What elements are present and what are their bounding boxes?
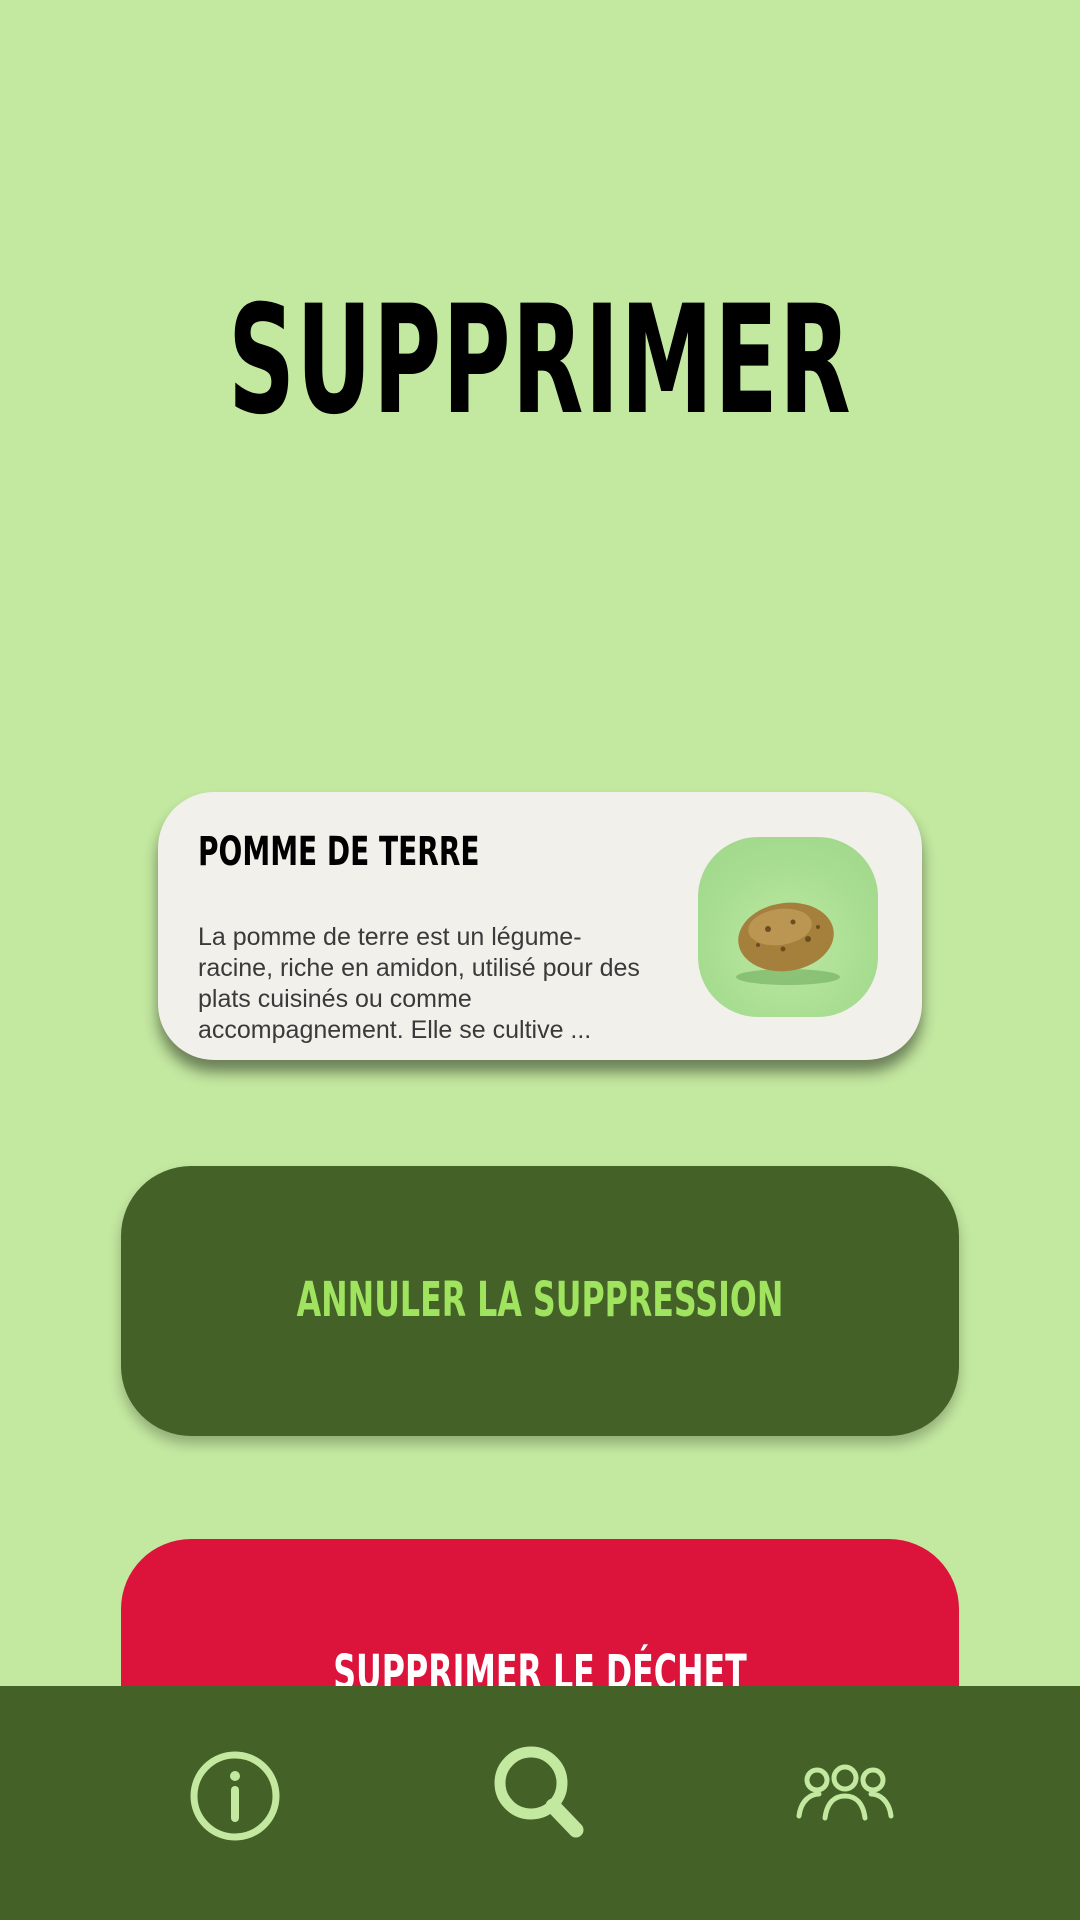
community-icon xyxy=(796,1764,894,1821)
item-description: La pomme de terre est un légume-racine, … xyxy=(198,923,640,1044)
cancel-deletion-button[interactable]: ANNULER LA SUPPRESSION xyxy=(121,1166,959,1436)
nav-community-button[interactable] xyxy=(785,1736,905,1856)
info-icon xyxy=(190,1751,280,1841)
bottom-nav-bar xyxy=(0,1686,1080,1920)
nav-search-button[interactable] xyxy=(480,1736,600,1856)
item-card[interactable]: POMME DE TERRE La pomme de terre est un … xyxy=(158,792,922,1060)
page-title: SUPPRIMER xyxy=(228,273,852,448)
potato-image xyxy=(698,837,878,1017)
search-icon xyxy=(494,1746,584,1838)
item-name: POMME DE TERRE xyxy=(198,829,480,875)
nav-info-button[interactable] xyxy=(175,1736,295,1856)
cancel-deletion-label: ANNULER LA SUPPRESSION xyxy=(296,1272,784,1328)
